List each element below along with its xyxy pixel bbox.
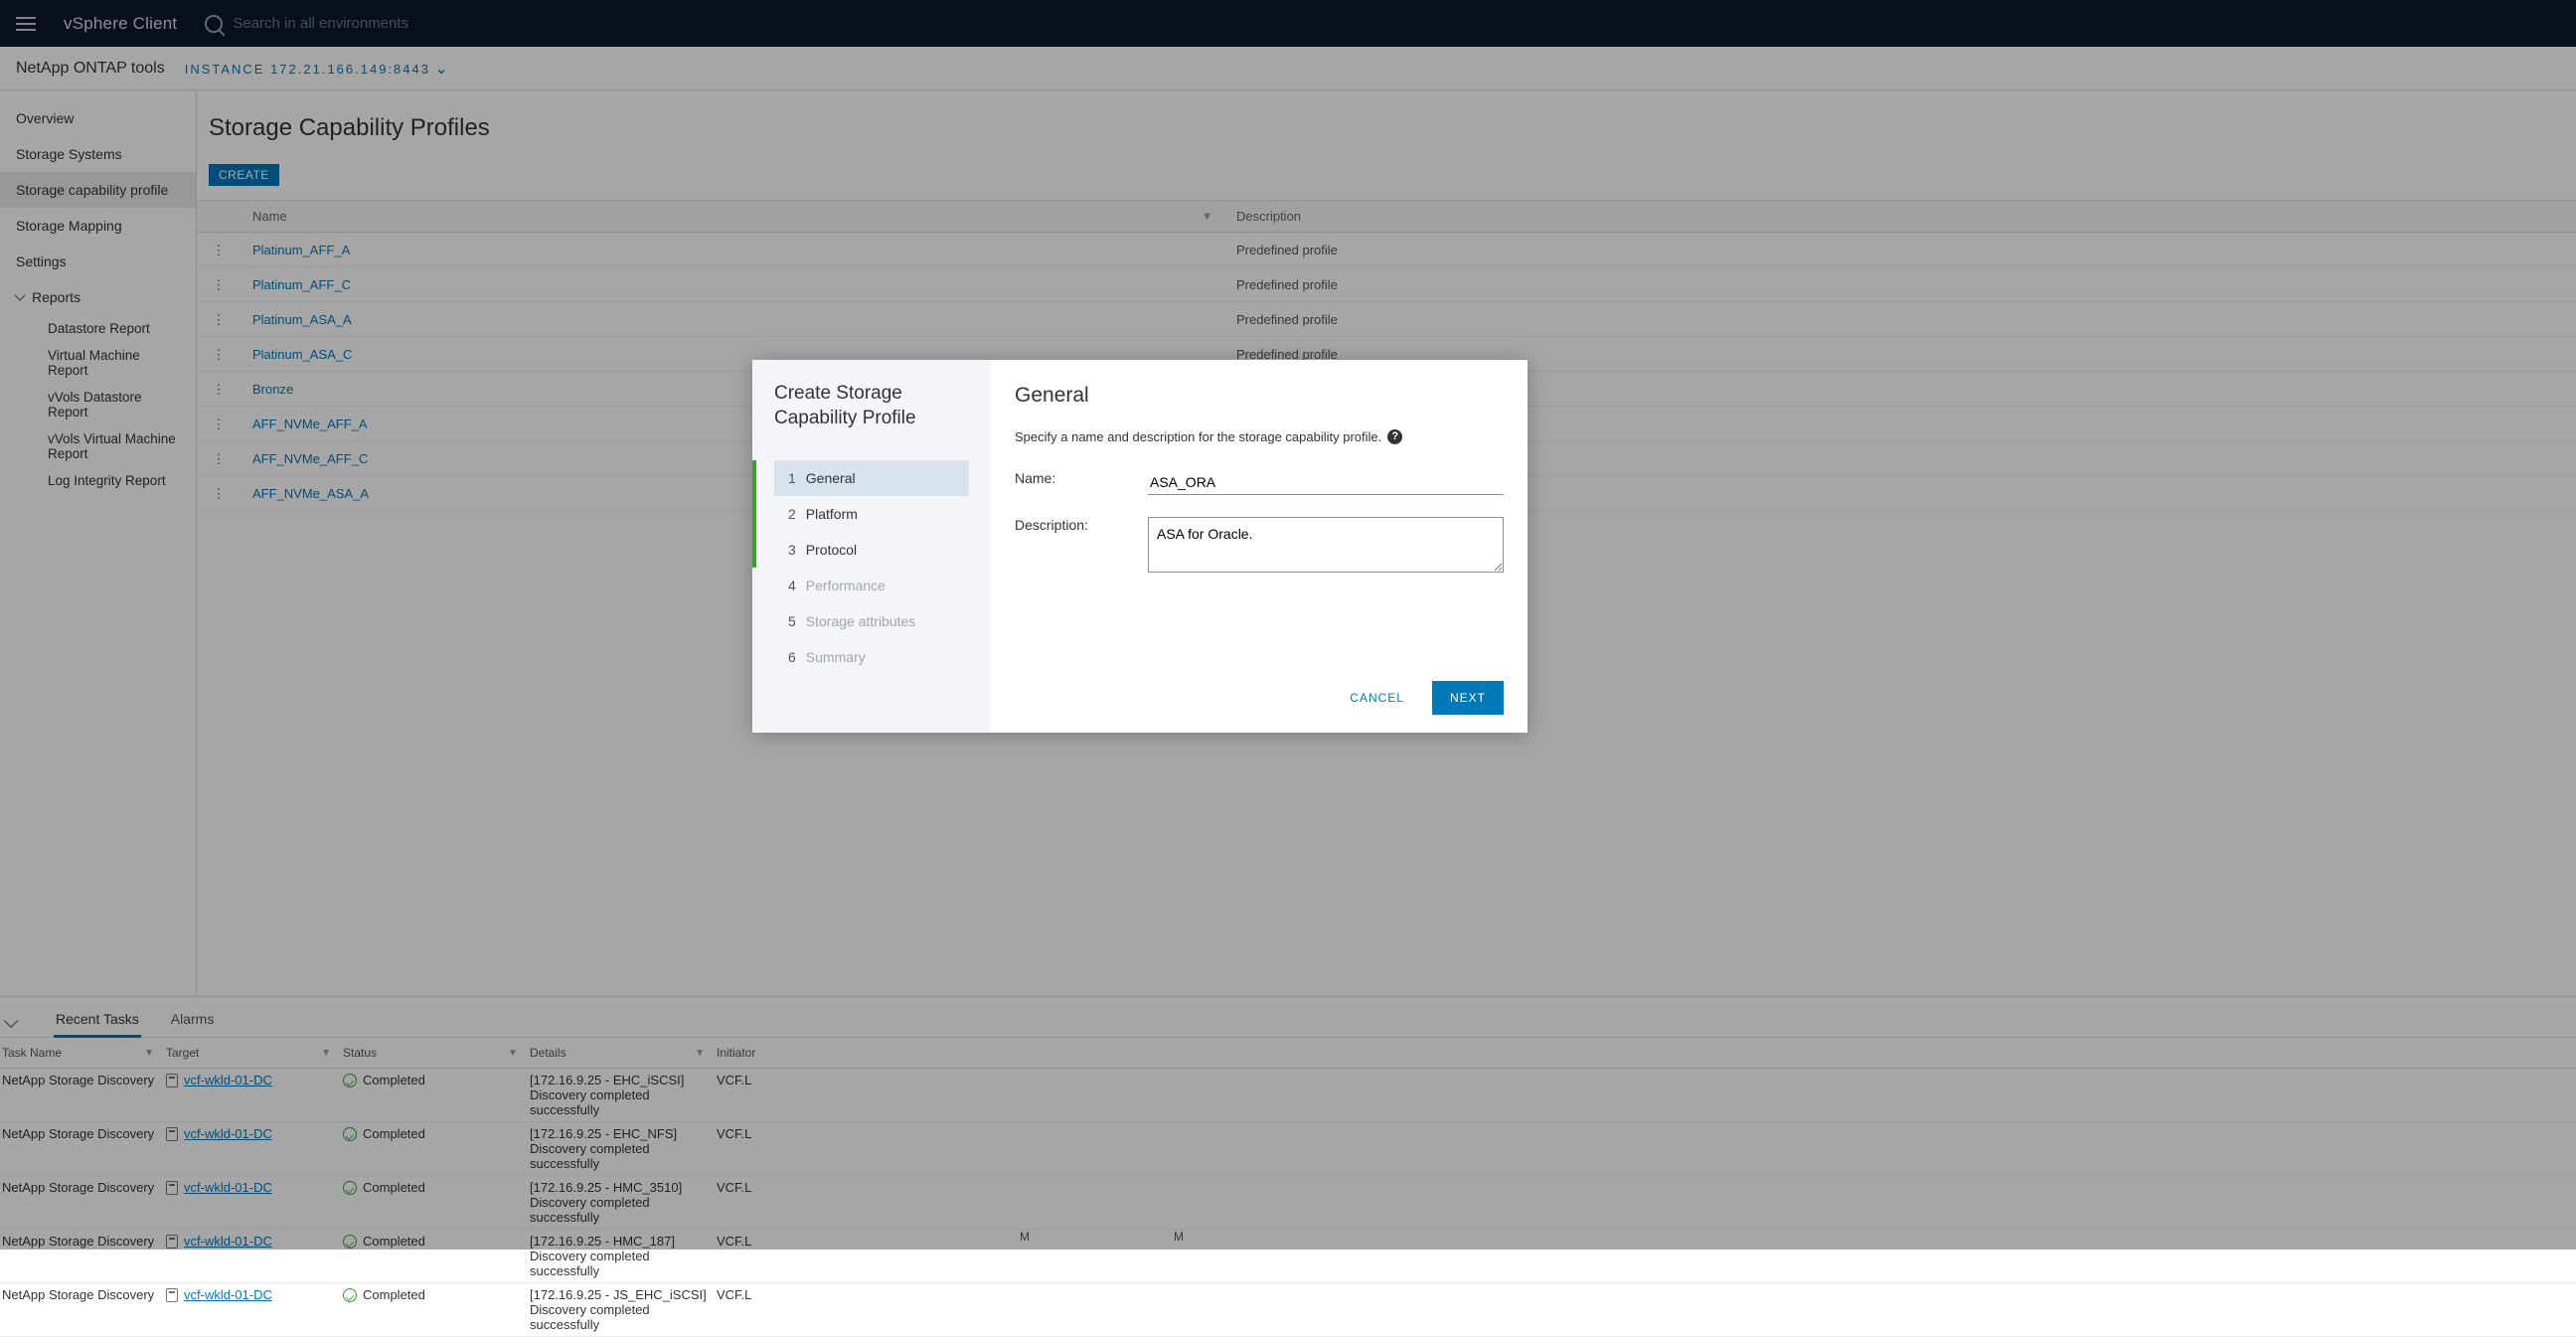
help-icon[interactable]: ? <box>1387 429 1402 444</box>
next-button[interactable]: NEXT <box>1432 681 1504 715</box>
wizard-step-platform[interactable]: 2Platform <box>774 496 969 532</box>
datacenter-icon <box>166 1288 178 1302</box>
step-description: Specify a name and description for the s… <box>1015 429 1504 444</box>
description-field[interactable] <box>1148 517 1504 573</box>
task-details: [172.16.9.25 - JS_EHC_iSCSI] Discovery c… <box>528 1283 715 1336</box>
wizard-step-summary: 6Summary <box>774 639 969 675</box>
success-icon <box>343 1288 357 1302</box>
wizard-step-general[interactable]: 1General <box>774 460 969 496</box>
task-target: vcf-wkld-01-DC <box>164 1283 341 1306</box>
task-row: NetApp Storage Discovery vcf-wkld-01-DC … <box>0 1283 2576 1337</box>
wizard-step-storage-attributes: 5Storage attributes <box>774 603 969 639</box>
wizard-content: General Specify a name and description f… <box>991 360 1528 733</box>
create-profile-modal: Create Storage Capability Profile 1Gener… <box>752 360 1528 733</box>
description-label: Description: <box>1015 517 1148 533</box>
task-initiator: VCF.L <box>715 1283 774 1306</box>
wizard-sidebar: Create Storage Capability Profile 1Gener… <box>752 360 991 733</box>
cancel-button[interactable]: CANCEL <box>1336 681 1418 715</box>
wizard-step-performance: 4Performance <box>774 568 969 603</box>
task-status: Completed <box>341 1283 528 1306</box>
step-heading: General <box>1015 384 1504 408</box>
name-label: Name: <box>1015 470 1148 486</box>
task-name: NetApp Storage Discovery <box>0 1283 164 1306</box>
name-field[interactable] <box>1148 470 1504 495</box>
wizard-title: Create Storage Capability Profile <box>774 382 969 430</box>
wizard-step-protocol[interactable]: 3Protocol <box>774 532 969 568</box>
